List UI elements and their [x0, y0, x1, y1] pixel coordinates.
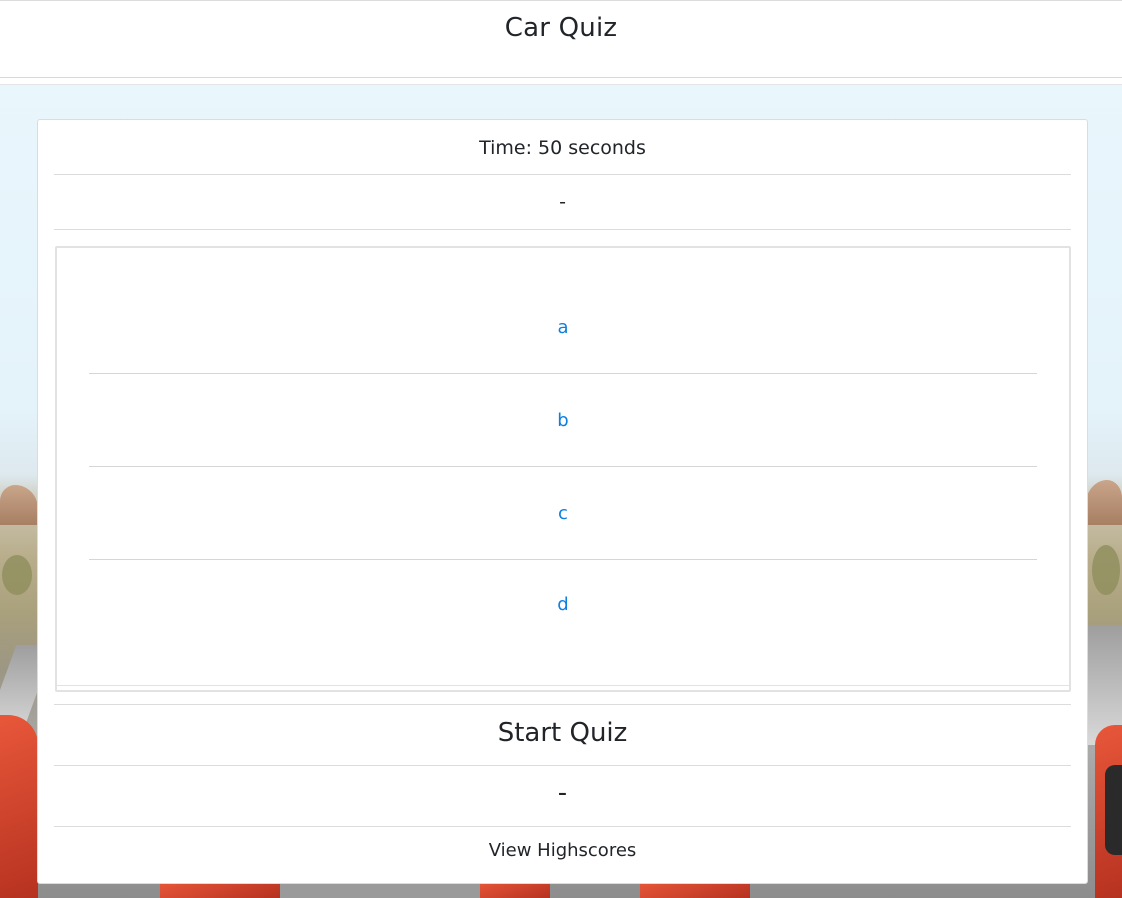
car-left: [0, 715, 38, 898]
timer-display: Time: 50 seconds: [54, 120, 1071, 175]
page-title: Car Quiz: [504, 13, 618, 43]
score-display: -: [54, 766, 1071, 827]
quiz-card: Time: 50 seconds - a b c d Start Quiz - …: [37, 119, 1088, 884]
answer-option-b[interactable]: b: [89, 374, 1037, 467]
answer-list-divider: [57, 685, 1069, 686]
answer-option-c[interactable]: c: [89, 467, 1037, 560]
scrub-left: [2, 555, 32, 595]
answer-option-d[interactable]: d: [89, 560, 1037, 653]
header-divider: [0, 77, 1122, 78]
mesa-left: [0, 485, 38, 525]
answer-feedback: -: [54, 175, 1071, 230]
answer-list: a b c d: [55, 246, 1071, 692]
answer-option-a[interactable]: a: [89, 281, 1037, 374]
start-quiz-button[interactable]: Start Quiz: [54, 704, 1071, 766]
view-highscores-link[interactable]: View Highscores: [54, 827, 1071, 884]
page-header: Car Quiz: [0, 0, 1122, 85]
scrub-right: [1092, 545, 1120, 595]
car-right-window: [1105, 765, 1122, 855]
mesa-right: [1085, 480, 1122, 525]
